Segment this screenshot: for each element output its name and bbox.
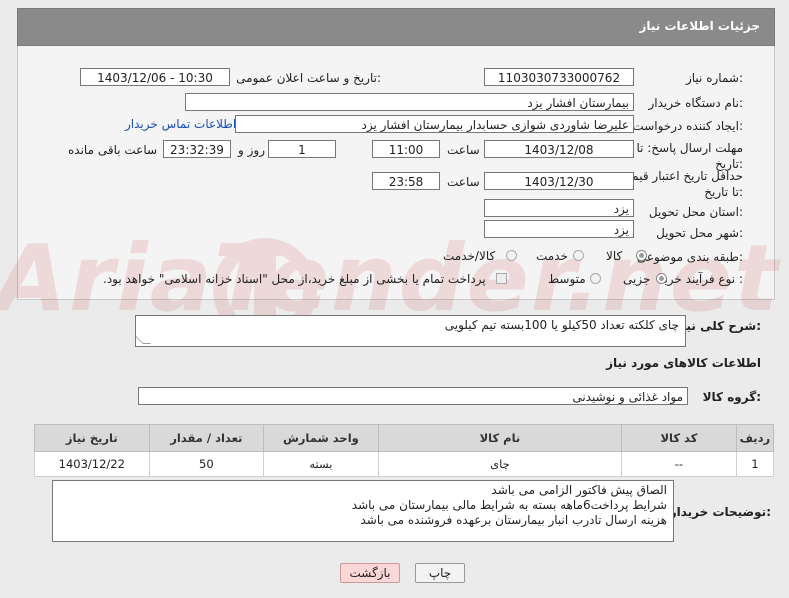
price-validity-time-label: ساعت xyxy=(447,175,480,189)
col-date-header: تاریخ نیاز xyxy=(34,424,150,452)
creator-field: علیرضا شاوردی شوازی حسابدار بیمارستان اف… xyxy=(235,115,634,133)
buyer-notes-line-1: الصاق پیش فاکتور الزامی می باشد xyxy=(491,483,667,497)
table-row[interactable]: 1 -- چای بسته 50 1403/12/22 xyxy=(34,451,775,477)
process-option-minor: جزیی xyxy=(623,272,651,286)
creator-label: ایجاد کننده درخواست: xyxy=(632,119,743,133)
back-button[interactable]: بازگشت xyxy=(340,563,400,583)
cell-qty: 50 xyxy=(148,451,265,477)
province-label: استان محل تحویل: xyxy=(648,205,743,219)
cell-date: 1403/12/22 xyxy=(34,451,150,477)
buyer-org-label: نام دستگاه خریدار: xyxy=(648,96,744,110)
summary-field: چای کلکته تعداد 50کیلو یا 100بسته تیم کی… xyxy=(135,315,686,347)
cell-unit: بسته xyxy=(263,451,379,477)
city-field: یزد xyxy=(484,220,634,238)
resize-grip-icon[interactable] xyxy=(135,336,151,344)
payment-checkbox[interactable] xyxy=(496,273,507,284)
announce-field: 1403/12/06 - 10:30 xyxy=(80,68,230,86)
process-radio-medium[interactable] xyxy=(590,273,601,284)
buyer-notes-field: الصاق پیش فاکتور الزامی می باشد شرایط پر… xyxy=(52,480,674,542)
category-radio-goods[interactable] xyxy=(636,250,647,261)
page-title: جزئیات اطلاعات نیاز xyxy=(639,19,760,33)
buyer-notes-label: توضیحات خریدار: xyxy=(669,505,771,519)
goods-section-title: اطلاعات کالاهای مورد نیاز xyxy=(606,356,761,370)
cell-name: چای xyxy=(377,451,623,477)
days-label: روز و xyxy=(238,143,265,157)
city-label: شهر محل تحویل: xyxy=(656,226,743,240)
remaining-time-label: ساعت باقی مانده xyxy=(68,143,158,157)
category-label: طبقه بندی موضوعی: xyxy=(636,250,743,264)
need-number-field: 1103030733000762 xyxy=(484,68,634,86)
buyer-notes-line-2: شرایط پرداخت6ماهه بسته به شرایط مالی بیم… xyxy=(351,498,667,512)
price-validity-date-field: 1403/12/30 xyxy=(484,172,634,190)
cell-row: 1 xyxy=(735,451,775,477)
remaining-time-field: 23:32:39 xyxy=(163,140,231,158)
process-option-medium: متوسط xyxy=(548,272,586,286)
cell-code: -- xyxy=(621,451,737,477)
goods-group-label: گروه کالا: xyxy=(702,390,761,404)
header-bar: جزئیات اطلاعات نیاز xyxy=(17,8,775,46)
col-qty-header: تعداد / مقدار xyxy=(148,424,265,452)
buyer-notes-line-3: هزینه ارسال تادرب انبار بیمارستان برعهده… xyxy=(360,513,667,527)
print-button[interactable]: چاپ xyxy=(415,563,465,583)
goods-group-field: مواد غذائی و نوشیدنی xyxy=(138,387,688,405)
goods-table: ردیف کد کالا نام کالا واحد شمارش تعداد /… xyxy=(34,424,775,477)
province-field: یزد xyxy=(484,199,634,217)
reply-time-label: ساعت xyxy=(447,143,480,157)
days-field: 1 xyxy=(268,140,336,158)
col-code-header: کد کالا xyxy=(621,424,737,452)
reply-date-field: 1403/12/08 xyxy=(484,140,634,158)
contact-info-link[interactable]: اطلاعات تماس خریدار xyxy=(125,117,236,131)
col-unit-header: واحد شمارش xyxy=(263,424,379,452)
col-name-header: نام کالا xyxy=(377,424,623,452)
need-number-label: شماره نیاز: xyxy=(685,71,743,85)
category-radio-service[interactable] xyxy=(573,250,584,261)
category-option-goods: کالا xyxy=(606,249,623,263)
summary-label: شرح کلی نیاز: xyxy=(675,319,761,333)
table-header-row: ردیف کد کالا نام کالا واحد شمارش تعداد /… xyxy=(34,424,775,452)
category-option-goods-service: کالا/خدمت xyxy=(443,249,496,263)
buyer-org-field: بیمارستان افشار یزد xyxy=(185,93,634,111)
process-type-label: نوع فرآیند خرید : xyxy=(658,272,743,286)
category-option-service: خدمت xyxy=(536,249,568,263)
col-row-header: ردیف xyxy=(735,424,775,452)
category-radio-goods-service[interactable] xyxy=(506,250,517,261)
summary-text: چای کلکته تعداد 50کیلو یا 100بسته تیم کی… xyxy=(444,318,679,332)
payment-note: پرداخت تمام یا بخشی از مبلغ خرید،از محل … xyxy=(103,272,486,286)
price-validity-time-field: 23:58 xyxy=(372,172,440,190)
process-radio-minor[interactable] xyxy=(656,273,667,284)
reply-time-field: 11:00 xyxy=(372,140,440,158)
announce-label: تاریخ و ساعت اعلان عمومی: xyxy=(236,71,381,85)
